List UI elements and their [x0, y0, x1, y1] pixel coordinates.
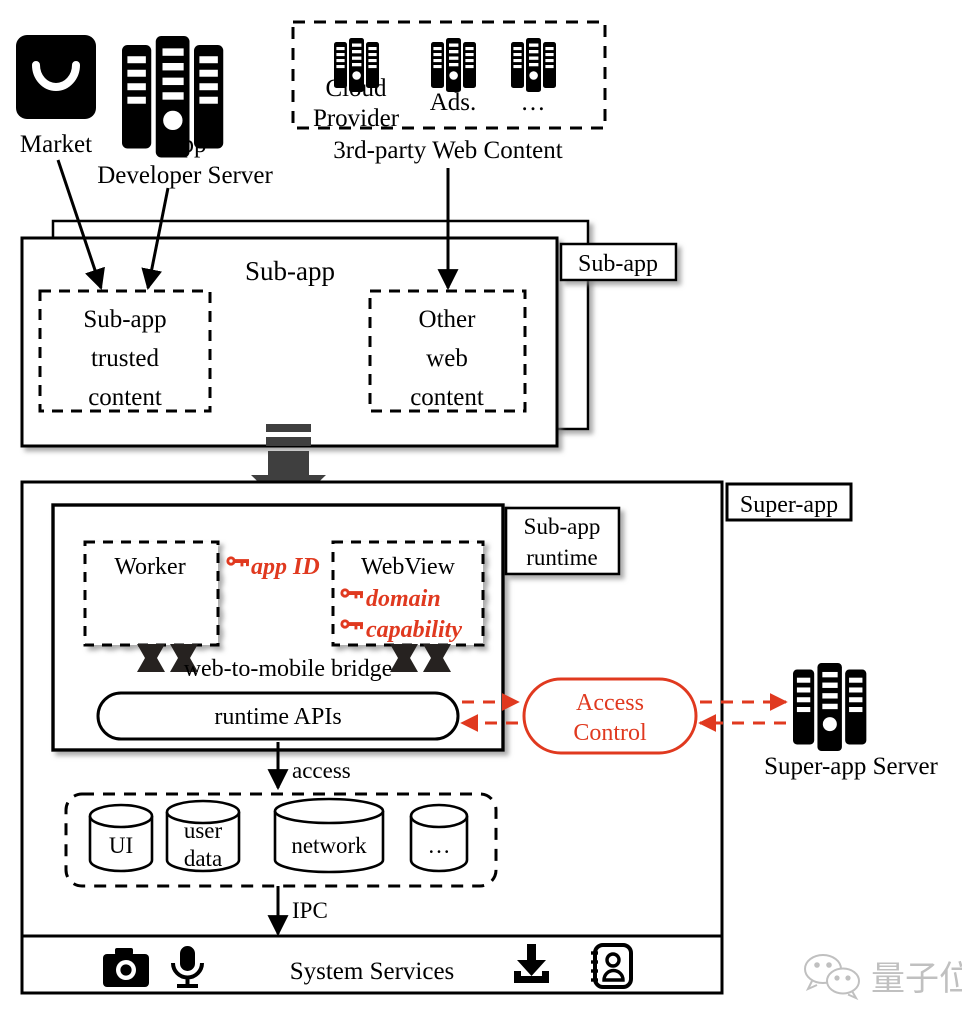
access-control-line-1: Access [576, 690, 644, 716]
subapp-card-stack: Sub-app Sub-app trusted content Other we… [20, 159, 678, 448]
app-id-label: app ID [251, 554, 320, 580]
runtime-tag-line-2: runtime [526, 545, 598, 570]
server-rack-icon [511, 38, 556, 92]
cloud-provider-node: Cloud Provider [313, 38, 400, 132]
trusted-line-2: trusted [91, 345, 160, 372]
architecture-diagram: Market App Developer Server Cloud Provid… [16, 20, 962, 1001]
diagram-canvas: Market App Developer Server Cloud Provid… [0, 0, 962, 1024]
runtime-tag-line-1: Sub-app [524, 514, 601, 539]
more-third-party-node: … [511, 38, 556, 116]
capability-label: capability [366, 617, 462, 643]
resource-user-data-label-2: data [184, 846, 222, 871]
worker-label: Worker [114, 554, 185, 580]
worker-box: Worker [83, 540, 220, 647]
resource-ui: UI [88, 803, 154, 873]
resource-user-data: user data [165, 799, 241, 873]
resource-ui-label: UI [109, 833, 133, 858]
resource-network-label: network [291, 833, 367, 858]
domain-label: domain [366, 586, 441, 612]
app-dev-server-label-1: App [163, 131, 206, 158]
subapp-tag-label: Sub-app [578, 251, 658, 277]
other-line-3: content [410, 384, 484, 411]
other-line-2: web [426, 345, 468, 372]
subapp-tag: Sub-app [559, 242, 678, 282]
superapp-server-label: Super-app Server [764, 753, 938, 780]
runtime-apis-node: runtime APIs [96, 691, 460, 741]
app-dev-server-label-2: Developer Server [97, 162, 273, 189]
access-control-node: Access Control [522, 677, 698, 755]
cloud-provider-label-1: Cloud [325, 75, 387, 102]
third-party-caption: 3rd-party Web Content [333, 137, 562, 164]
app-developer-server-node: App Developer Server [97, 36, 273, 189]
subapp-title: Sub-app [245, 256, 335, 286]
system-services-label: System Services [290, 958, 455, 985]
third-party-web-content-group: Cloud Provider Ads. … 3rd-party Web Cont… [291, 20, 607, 164]
ads-label: Ads. [430, 89, 477, 116]
more-third-party-label: … [521, 89, 546, 116]
ipc-edge-label: IPC [292, 898, 328, 923]
server-rack-icon [793, 663, 867, 752]
watermark: 量子位 [804, 954, 962, 1001]
watermark-text: 量子位 [871, 959, 962, 999]
superapp-tag: Super-app [725, 482, 853, 522]
superapp-server-node: Super-app Server [764, 663, 939, 780]
resource-network: network [273, 797, 385, 874]
other-line-1: Other [419, 306, 477, 333]
runtime-apis-label: runtime APIs [214, 704, 341, 730]
system-services-bar: System Services [20, 934, 724, 995]
wechat-bubbles-icon [804, 954, 860, 1001]
cloud-provider-label-2: Provider [313, 105, 400, 132]
server-rack-icon [431, 38, 476, 92]
resource-more: … [409, 803, 469, 873]
market-label: Market [20, 131, 92, 158]
bridge-label: web-to-mobile bridge [184, 656, 393, 682]
subapp-runtime-tag: Sub-app runtime [504, 506, 621, 576]
webview-box: WebView domain capability [331, 540, 485, 647]
access-edge-label: access [292, 758, 351, 783]
shopping-bag-icon [16, 35, 96, 119]
superapp-box: Super-app Sub-app runtime Worker app ID [20, 480, 939, 995]
trusted-line-3: content [88, 384, 162, 411]
resource-more-label: … [428, 833, 451, 858]
access-control-line-2: Control [573, 720, 647, 746]
market-node: Market [16, 35, 96, 158]
webview-label: WebView [361, 554, 456, 580]
ads-node: Ads. [430, 38, 477, 116]
resource-user-data-label-1: user [184, 818, 223, 843]
superapp-tag-label: Super-app [740, 492, 838, 518]
trusted-line-1: Sub-app [83, 306, 166, 333]
